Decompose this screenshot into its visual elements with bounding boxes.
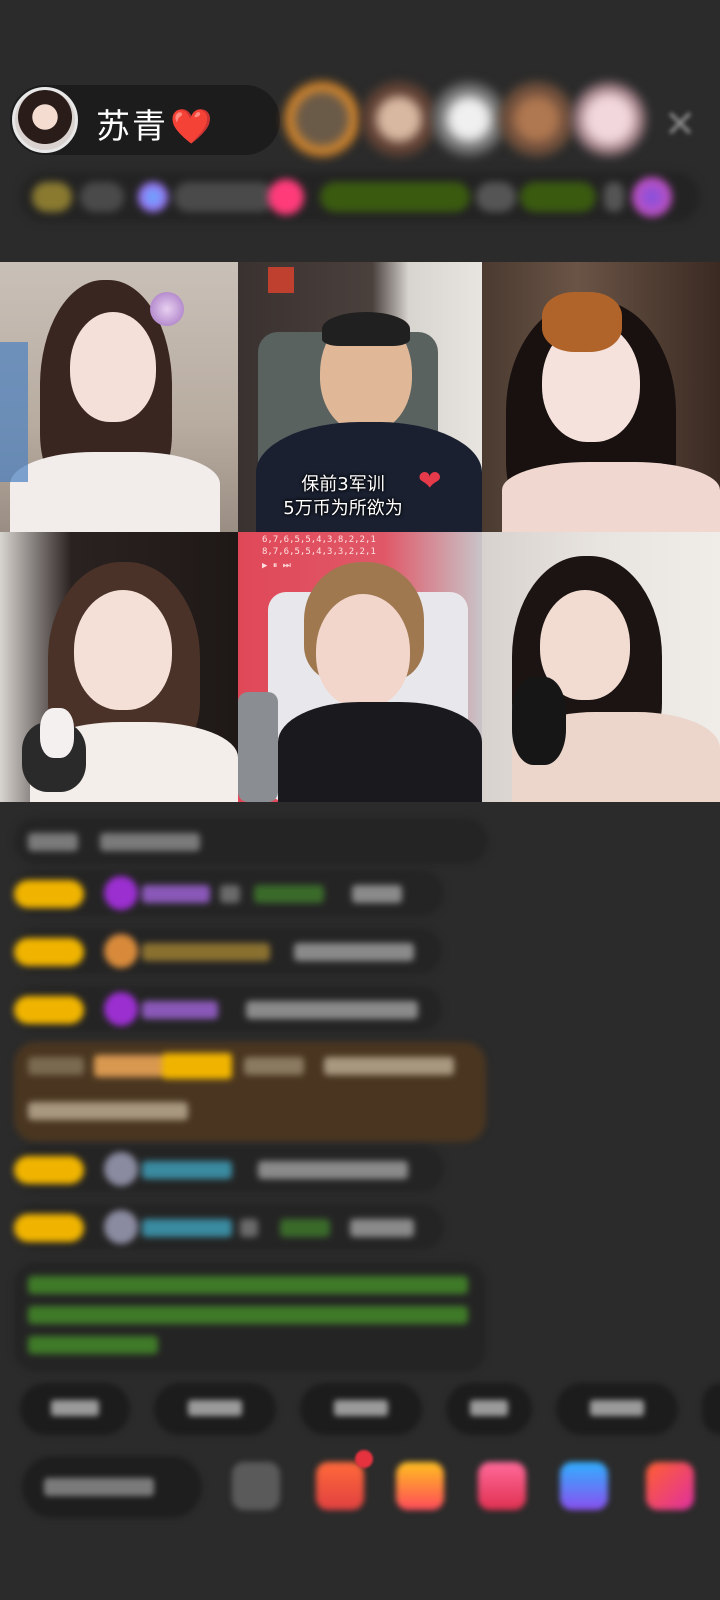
guest-video-tile-6[interactable]	[482, 532, 720, 802]
tag-green	[320, 182, 470, 212]
quick-chip[interactable]	[556, 1383, 678, 1435]
top-viewer-avatar[interactable]	[500, 82, 574, 156]
game-controller-icon[interactable]	[560, 1462, 608, 1510]
host-info-pill[interactable]: 苏青❤️	[10, 85, 280, 155]
chat-message	[14, 818, 488, 864]
chat-input[interactable]	[22, 1456, 202, 1518]
close-icon[interactable]: ✕	[658, 102, 702, 146]
ranking-tags-bar[interactable]	[20, 172, 700, 222]
more-apps-icon[interactable]	[646, 1462, 694, 1510]
chat-message	[14, 986, 442, 1032]
chat-message	[14, 1146, 444, 1192]
quick-chip[interactable]	[300, 1383, 422, 1435]
guest-video-tile-4[interactable]	[0, 532, 238, 802]
quick-chip[interactable]	[446, 1383, 532, 1435]
tag-green	[520, 182, 596, 212]
tag-text	[604, 182, 624, 212]
gift-box-icon[interactable]	[316, 1462, 364, 1510]
live-room-screen: 苏青❤️ ✕ 保前3军训 5万币为所欲为 ❤ 6,7,6,5,5,4,3,8,2…	[0, 0, 720, 1600]
quick-chip[interactable]	[20, 1383, 130, 1435]
tag-text	[80, 182, 124, 212]
tag-circle-icon	[138, 182, 168, 212]
multi-guest-video-grid: 保前3军训 5万币为所欲为 ❤ 6,7,6,5,5,4,3,8,2,2,1 8,…	[0, 262, 720, 802]
top-viewer-avatar[interactable]	[362, 82, 436, 156]
emoji-icon[interactable]	[232, 1462, 280, 1510]
guest-video-tile-5[interactable]	[238, 532, 482, 802]
guest-video-tile-3[interactable]	[482, 262, 720, 532]
heart-icon: ❤	[418, 464, 442, 497]
chat-message	[14, 928, 442, 974]
top-viewer-avatar[interactable]	[432, 82, 506, 156]
quick-chip[interactable]	[702, 1383, 720, 1435]
tag-circle-icon	[632, 177, 672, 217]
top-viewer-avatar[interactable]	[285, 82, 359, 156]
guest-video-tile-1[interactable]	[0, 262, 238, 532]
heart-icon: ❤️	[170, 107, 215, 147]
video-caption: 保前3军训 5万币为所欲为	[283, 474, 403, 519]
chat-message	[14, 870, 444, 916]
quick-chip[interactable]	[154, 1383, 276, 1435]
tag-circle-icon	[268, 179, 304, 215]
heart-box-icon[interactable]	[478, 1462, 526, 1510]
notification-dot	[355, 1450, 373, 1468]
host-avatar[interactable]	[12, 87, 78, 153]
gift-icon[interactable]	[396, 1462, 444, 1510]
tag-text	[174, 182, 274, 212]
music-notation: 6,7,6,5,5,4,3,8,2,2,1 8,7,6,5,5,4,3,3,2,…	[262, 535, 376, 571]
host-name: 苏青❤️	[96, 107, 215, 147]
chat-message	[14, 1204, 444, 1250]
top-viewer-avatar[interactable]	[572, 82, 646, 156]
tag-text	[476, 182, 516, 212]
tag-badge	[32, 182, 72, 212]
system-notice	[14, 1042, 486, 1142]
announcement-message	[14, 1262, 486, 1372]
